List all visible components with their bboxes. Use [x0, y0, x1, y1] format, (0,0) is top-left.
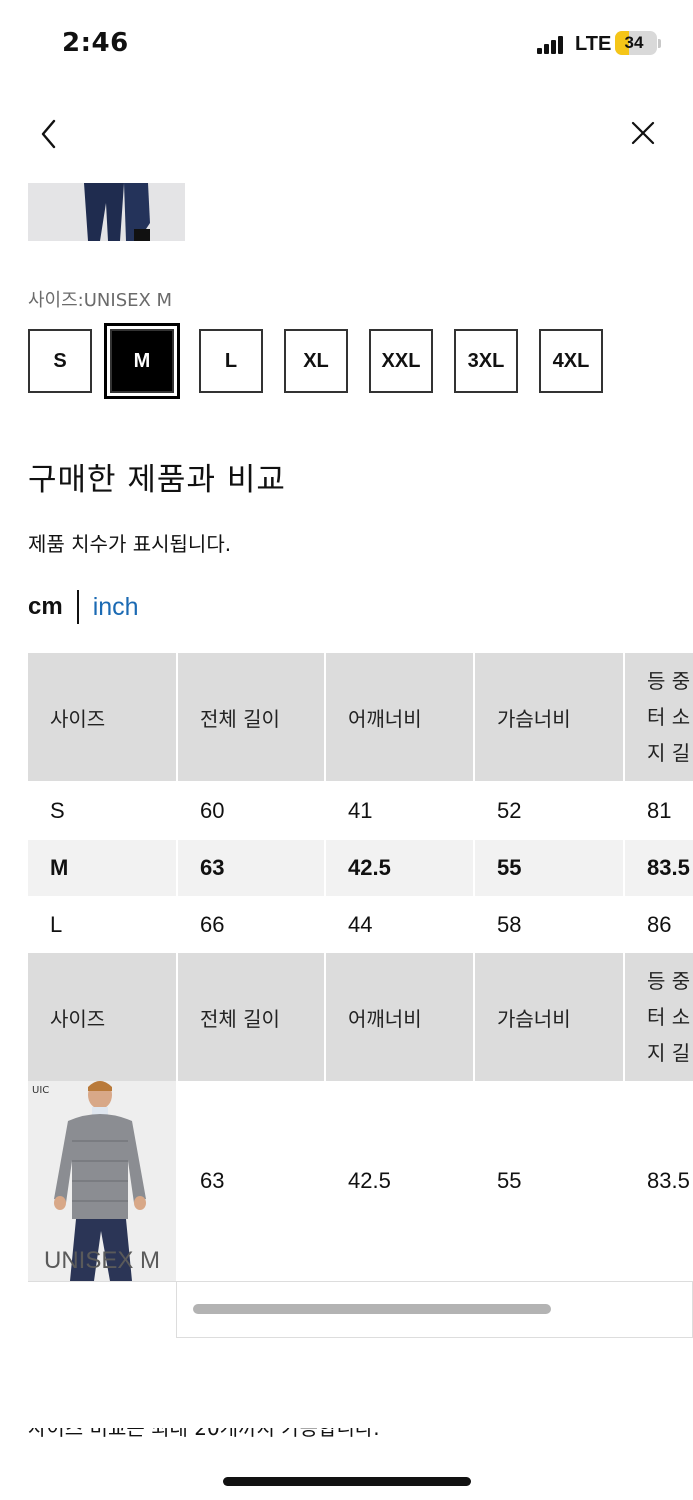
- network-label: LTE: [575, 33, 612, 55]
- compare-limit-text: 사이즈 비교는 최대 20개까지 가능합니다.: [28, 1428, 380, 1440]
- row-s-chest: 52: [475, 783, 623, 839]
- size-option-l[interactable]: L: [199, 329, 263, 393]
- product-image: [28, 183, 185, 241]
- header-size: 사이즈: [28, 653, 176, 781]
- row-divider: [28, 1281, 176, 1282]
- row-l-total-length: 66: [178, 897, 324, 953]
- row-l-shoulder: 44: [326, 897, 473, 953]
- brand-logo: UIC: [32, 1085, 50, 1096]
- purchased-size-caption: UNISEX M: [44, 1247, 161, 1274]
- header2-chest-width: 가슴너비: [475, 953, 623, 1081]
- size-option-m[interactable]: M: [104, 323, 180, 399]
- size-option-3xl[interactable]: 3XL: [454, 329, 518, 393]
- horizontal-scrollbar[interactable]: [193, 1304, 551, 1314]
- row-s-shoulder: 41: [326, 783, 473, 839]
- battery-icon: 34: [615, 31, 657, 55]
- signal-icon: [537, 36, 563, 54]
- size-table[interactable]: 사이즈 전체 길이 어깨너비 가슴너비 등 중 터 소 지 길 S 60 41 …: [28, 653, 693, 1338]
- unit-toggle: cm inch: [28, 589, 139, 625]
- unit-divider: [76, 590, 79, 624]
- battery-level: 34: [624, 33, 644, 52]
- row-m-chest: 55: [475, 840, 623, 896]
- selected-size-label: 사이즈:UNISEX M: [28, 290, 173, 311]
- row-m-sleeve: 83.5: [625, 840, 693, 896]
- size-option-xl[interactable]: XL: [284, 329, 348, 393]
- header-chest-width: 가슴너비: [475, 653, 623, 781]
- size-option-4xl[interactable]: 4XL: [539, 329, 603, 393]
- row-s-total-length: 60: [178, 783, 324, 839]
- header-last-line-2: 터 소: [647, 705, 691, 729]
- row-l-sleeve: 86: [625, 897, 693, 953]
- status-time: 2:46: [62, 28, 129, 58]
- purchased-shoulder: 42.5: [326, 1081, 473, 1281]
- row-l-size: L: [28, 897, 176, 953]
- header-shoulder-width: 어깨너비: [326, 653, 473, 781]
- purchased-product-image: UIC UNISEX M: [28, 1081, 176, 1281]
- header2-size: 사이즈: [28, 953, 176, 1081]
- purchased-total-length: 63: [178, 1081, 324, 1281]
- row-s-sleeve: 81: [625, 783, 693, 839]
- back-button[interactable]: [30, 112, 70, 156]
- purchased-chest: 55: [475, 1081, 623, 1281]
- size-option-xxl[interactable]: XXL: [369, 329, 433, 393]
- header-total-length: 전체 길이: [178, 653, 324, 781]
- unit-cm-option[interactable]: cm: [28, 593, 63, 621]
- row-s-size: S: [28, 783, 176, 839]
- header-back-center-sleeve: 등 중 터 소 지 길: [625, 653, 693, 781]
- row-l-chest: 58: [475, 897, 623, 953]
- chevron-left-icon: [41, 119, 56, 149]
- row-m-shoulder: 42.5: [326, 840, 473, 896]
- header-last-line-1: 등 중: [647, 669, 691, 693]
- header2-back-center-sleeve: 등 중 터 소 지 길: [625, 953, 693, 1081]
- compare-description: 제품 치수가 표시됩니다.: [28, 532, 232, 556]
- battery-tip: [658, 39, 661, 48]
- purchased-sleeve: 83.5: [625, 1081, 693, 1281]
- unit-inch-option[interactable]: inch: [93, 593, 139, 622]
- table-scroll-area: [176, 1281, 693, 1338]
- product-image-jeans: [28, 183, 185, 241]
- status-bar: 2:46 LTE 34: [0, 0, 693, 90]
- header2-total-length: 전체 길이: [178, 953, 324, 1081]
- row-m-size: M: [28, 840, 176, 896]
- header2-last-line-2: 터 소: [647, 1005, 691, 1029]
- size-option-s[interactable]: S: [28, 329, 92, 393]
- header2-last-line-3: 지 길: [647, 1041, 691, 1065]
- row-m-total-length: 63: [178, 840, 324, 896]
- compare-limit-note: 사이즈 비교는 최대 20개까지 가능합니다.: [28, 1428, 380, 1442]
- close-button[interactable]: [622, 112, 664, 154]
- close-icon: [631, 121, 655, 145]
- home-indicator[interactable]: [223, 1477, 471, 1486]
- header2-last-line-1: 등 중: [647, 969, 691, 993]
- header-last-line-3: 지 길: [647, 741, 691, 765]
- compare-title: 구매한 제품과 비교: [28, 462, 286, 498]
- header2-shoulder-width: 어깨너비: [326, 953, 473, 1081]
